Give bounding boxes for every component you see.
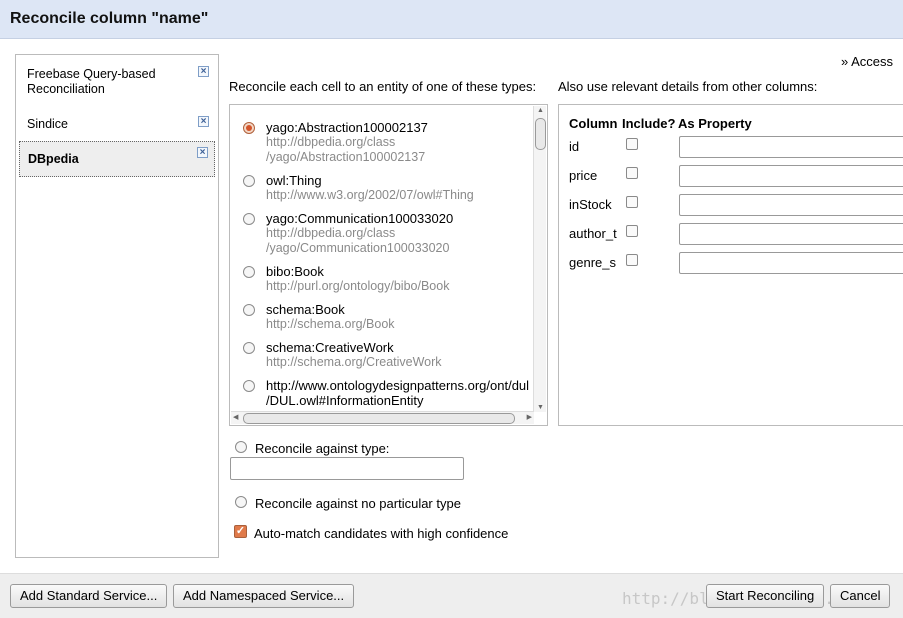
type-name: bibo:Book	[266, 264, 324, 279]
type-radio[interactable]	[243, 304, 255, 316]
access-link[interactable]: » Access	[841, 54, 893, 69]
type-radio[interactable]	[243, 380, 255, 392]
horizontal-scrollbar[interactable]: ◀ ▶	[231, 411, 534, 424]
type-name: yago:Communication100033020	[266, 211, 454, 226]
column-name: author_t	[569, 226, 617, 241]
close-icon[interactable]: ×	[198, 66, 209, 77]
type-url: http://dbpedia.org/class	[266, 135, 396, 149]
start-reconciling-button[interactable]: Start Reconciling	[706, 584, 825, 608]
service-item-freebase[interactable]: Freebase Query-based Reconciliation ×	[19, 61, 215, 103]
service-item-sindice[interactable]: Sindice ×	[19, 111, 215, 138]
type-radio[interactable]	[243, 342, 255, 354]
vertical-scrollbar[interactable]: ▲ ▼	[533, 106, 546, 412]
automatch-label: Auto-match candidates with high confiden…	[254, 526, 509, 541]
type-radio[interactable]	[243, 122, 255, 134]
type-url: http://schema.org/CreativeWork	[266, 355, 442, 369]
scroll-down-icon[interactable]: ▼	[537, 404, 544, 411]
include-checkbox[interactable]	[626, 167, 638, 179]
property-input[interactable]	[679, 252, 903, 274]
dialog-footer: http://blog.csdn.net/... Add Standard Se…	[0, 573, 903, 618]
type-radio[interactable]	[243, 266, 255, 278]
column-header: Include?	[622, 116, 676, 131]
dialog-title: Reconcile column "name"	[10, 10, 209, 27]
include-checkbox[interactable]	[626, 225, 638, 237]
columns-heading: Also use relevant details from other col…	[558, 79, 818, 94]
scroll-left-icon[interactable]: ◀	[233, 413, 238, 421]
service-label: Freebase Query-based Reconciliation	[27, 67, 156, 96]
no-type-radio[interactable]	[235, 496, 247, 508]
type-input[interactable]	[230, 457, 464, 480]
column-name: inStock	[569, 197, 612, 212]
no-type-label: Reconcile against no particular type	[255, 496, 461, 511]
close-icon[interactable]: ×	[198, 116, 209, 127]
dialog-titlebar: Reconcile column "name"	[0, 0, 903, 39]
scroll-thumb[interactable]	[535, 118, 546, 150]
column-name: price	[569, 168, 598, 183]
type-url: /yago/Abstraction100002137	[266, 150, 426, 164]
property-input[interactable]	[679, 194, 903, 216]
property-input[interactable]	[679, 136, 903, 158]
column-name: genre_s	[569, 255, 616, 270]
type-url: http://schema.org/Book	[266, 317, 395, 331]
services-list: Freebase Query-based Reconciliation × Si…	[15, 54, 219, 558]
column-header: Column	[569, 116, 618, 131]
type-name: schema:Book	[266, 302, 345, 317]
property-input[interactable]	[679, 165, 903, 187]
include-checkbox[interactable]	[626, 196, 638, 208]
types-list: yago:Abstraction100002137 http://dbpedia…	[229, 104, 548, 426]
columns-table: Column Include? As Property id price inS…	[558, 104, 903, 426]
add-namespaced-service-button[interactable]: Add Namespaced Service...	[173, 584, 355, 608]
service-item-dbpedia[interactable]: DBpedia ×	[19, 141, 215, 177]
type-url: http://www.w3.org/2002/07/owl#Thing	[266, 188, 474, 202]
type-name: schema:CreativeWork	[266, 340, 394, 355]
type-radio[interactable]	[243, 175, 255, 187]
types-heading: Reconcile each cell to an entity of one …	[229, 79, 537, 94]
type-radio[interactable]	[243, 213, 255, 225]
type-name: yago:Abstraction100002137	[266, 120, 428, 135]
against-type-label: Reconcile against type:	[255, 441, 390, 456]
service-label: Sindice	[27, 117, 68, 131]
service-label: DBpedia	[28, 152, 79, 166]
add-standard-service-button[interactable]: Add Standard Service...	[10, 584, 168, 608]
type-name: owl:Thing	[266, 173, 322, 188]
automatch-checkbox[interactable]: ✓	[234, 525, 247, 538]
property-input[interactable]	[679, 223, 903, 245]
include-checkbox[interactable]	[626, 254, 638, 266]
scroll-thumb[interactable]	[243, 413, 515, 424]
type-name: /DUL.owl#InformationEntity	[266, 393, 424, 408]
type-url: http://dbpedia.org/class	[266, 226, 396, 240]
against-type-radio[interactable]	[235, 441, 247, 453]
type-url: http://purl.org/ontology/bibo/Book	[266, 279, 450, 293]
scroll-up-icon[interactable]: ▲	[537, 107, 544, 114]
scroll-right-icon[interactable]: ▶	[527, 413, 532, 421]
cancel-button[interactable]: Cancel	[830, 584, 891, 608]
column-name: id	[569, 139, 580, 154]
column-header: As Property	[678, 116, 752, 131]
include-checkbox[interactable]	[626, 138, 638, 150]
close-icon[interactable]: ×	[197, 147, 208, 158]
type-url: /yago/Communication100033020	[266, 241, 450, 255]
type-name: http://www.ontologydesignpatterns.org/on…	[266, 378, 530, 393]
